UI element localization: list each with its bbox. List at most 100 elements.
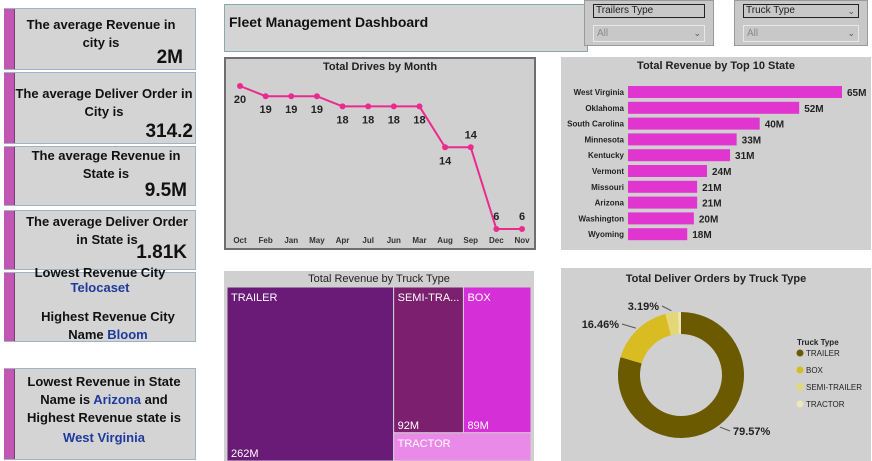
kpi-avg-revenue-city[interactable]: The average Revenue in city is 2M — [4, 8, 196, 70]
data-point — [390, 103, 397, 110]
state-line-2: Name is Arizona and — [17, 391, 191, 409]
category-label: Washington — [579, 214, 625, 223]
value-label: 18M — [692, 230, 711, 241]
slice-label: 3.19% — [628, 301, 659, 313]
slicer-trailers-type[interactable]: Trailers Type All ⌄ — [584, 0, 714, 46]
chevron-down-icon: ⌄ — [847, 28, 855, 38]
state-line-2b: and — [144, 392, 168, 407]
x-tick-label: Feb — [259, 236, 273, 245]
tile-value: 89M — [467, 420, 488, 432]
page-title: Fleet Management Dashboard — [229, 14, 429, 30]
category-label: West Virginia — [574, 88, 625, 97]
kpi-value: 2M — [156, 47, 183, 68]
kpi-state-extremes[interactable]: Lowest Revenue in State Name is Arizona … — [4, 368, 196, 460]
state-extremes-text: Lowest Revenue in State Name is Arizona … — [17, 373, 191, 447]
kpi-avg-order-state[interactable]: The average Deliver Order in State is 1.… — [4, 210, 196, 270]
value-label: 52M — [804, 104, 823, 115]
data-label: 18 — [336, 114, 348, 126]
tile-name: TRAILER — [231, 292, 278, 304]
data-label: 6 — [493, 211, 499, 223]
dropdown-value: All — [597, 28, 609, 39]
bar — [628, 133, 737, 146]
lowest-city-value: Telocaset — [70, 280, 130, 295]
dashboard-root: The average Revenue in city is 2M The av… — [0, 0, 872, 461]
slicer-title: Truck Type ⌄ — [743, 4, 859, 18]
category-label: Oklahoma — [585, 104, 624, 113]
donut-slice — [620, 313, 671, 364]
value-label: 21M — [702, 199, 721, 210]
bar — [628, 165, 708, 177]
kpi-label: The average Deliver Order in City is — [15, 86, 193, 119]
legend-swatch — [796, 400, 804, 408]
drives-by-month-chart[interactable]: Total Drives by Month 20 Oct 19 Feb 19 Jan 19 M… — [224, 57, 536, 250]
kpi-label: The average Revenue in State is — [31, 148, 181, 181]
data-point — [416, 103, 423, 110]
data-point — [313, 93, 320, 100]
line-chart-svg: 20 Oct 19 Feb 19 Jan 19 May 18 Apr 18 Jul 18 Jun 18 Mar… — [233, 83, 530, 245]
category-label: Minnesota — [584, 135, 624, 144]
state-line-3: Highest Revenue state is — [27, 410, 181, 425]
legend-item: SEMI-TRAILER — [806, 383, 862, 392]
legend-swatch — [796, 349, 804, 357]
state-line-1: Lowest Revenue in State — [27, 374, 181, 389]
slice-label: 16.46% — [582, 319, 620, 331]
value-label: 33M — [742, 135, 761, 146]
bar-chart-svg: West Virginia 65M Oklahoma 52M South Carolin… — [567, 86, 866, 241]
category-label: Arizona — [595, 199, 625, 208]
legend-swatch — [796, 383, 804, 391]
data-label: 18 — [362, 114, 374, 126]
data-point — [519, 226, 525, 232]
kpi-avg-revenue-state[interactable]: The average Revenue in State is 9.5M — [4, 146, 196, 206]
value-label: 40M — [765, 120, 784, 131]
data-label: 20 — [234, 94, 246, 106]
data-label: 14 — [465, 129, 478, 141]
truck-type-dropdown[interactable]: All ⌄ — [743, 25, 859, 42]
trailers-type-dropdown[interactable]: All ⌄ — [593, 25, 705, 42]
x-tick-label: May — [309, 236, 325, 245]
bar — [628, 180, 698, 193]
slicer-title: Trailers Type — [593, 4, 705, 18]
highest-state-value: West Virginia — [63, 430, 145, 445]
bar — [628, 149, 731, 162]
donut-chart-svg: 79.57% 16.46% 3.19% Truck Type TRAILER BOX SEM… — [582, 301, 862, 438]
category-label: Vermont — [592, 167, 624, 176]
revenue-by-truck-type-treemap[interactable]: Total Revenue by Truck Type TRAILER 262M S… — [224, 271, 534, 461]
x-tick-label: Mar — [412, 236, 426, 245]
category-label: South Carolina — [567, 120, 624, 129]
kpi-accent-bar — [4, 369, 15, 459]
kpi-accent-bar — [4, 9, 15, 69]
leader-line — [621, 323, 637, 329]
x-tick-label: Jan — [284, 236, 298, 245]
data-point — [365, 103, 372, 110]
orders-by-truck-type-donut[interactable]: Total Deliver Orders by Truck Type 79.57… — [561, 268, 871, 461]
treemap-svg: TRAILER 262M SEMI-TRA... 92M BOX 89M TRACTOR — [226, 286, 532, 461]
bar — [628, 101, 800, 114]
data-point — [467, 144, 474, 151]
kpi-avg-order-city[interactable]: The average Deliver Order in City is 314… — [4, 72, 196, 144]
data-label: 19 — [311, 104, 323, 116]
state-line-2a: Name is — [40, 392, 91, 407]
kpi-accent-bar — [4, 147, 15, 205]
tile-name: BOX — [467, 292, 491, 304]
x-tick-label: Aug — [437, 236, 453, 245]
data-label: 19 — [285, 104, 297, 116]
kpi-value: 314.2 — [145, 121, 193, 142]
data-point — [262, 93, 269, 100]
data-label: 6 — [519, 211, 525, 223]
data-point — [288, 93, 295, 100]
data-label: 19 — [260, 104, 272, 116]
data-point — [237, 83, 243, 89]
legend-item: TRACTOR — [806, 400, 845, 409]
tile-value: 262M — [231, 448, 259, 460]
data-label: 18 — [388, 114, 400, 126]
chevron-down-icon: ⌄ — [847, 6, 855, 16]
revenue-top10-state-chart[interactable]: Total Revenue by Top 10 State West Virgi… — [561, 57, 871, 250]
slicer-truck-type[interactable]: Truck Type ⌄ All ⌄ — [734, 0, 868, 46]
bar — [628, 86, 842, 98]
treemap-tile — [393, 286, 464, 434]
kpi-value: 9.5M — [144, 180, 187, 201]
value-label: 24M — [712, 167, 731, 178]
lowest-state-value: Arizona — [93, 392, 141, 407]
value-label: 21M — [702, 183, 721, 194]
data-label: 18 — [413, 114, 425, 126]
